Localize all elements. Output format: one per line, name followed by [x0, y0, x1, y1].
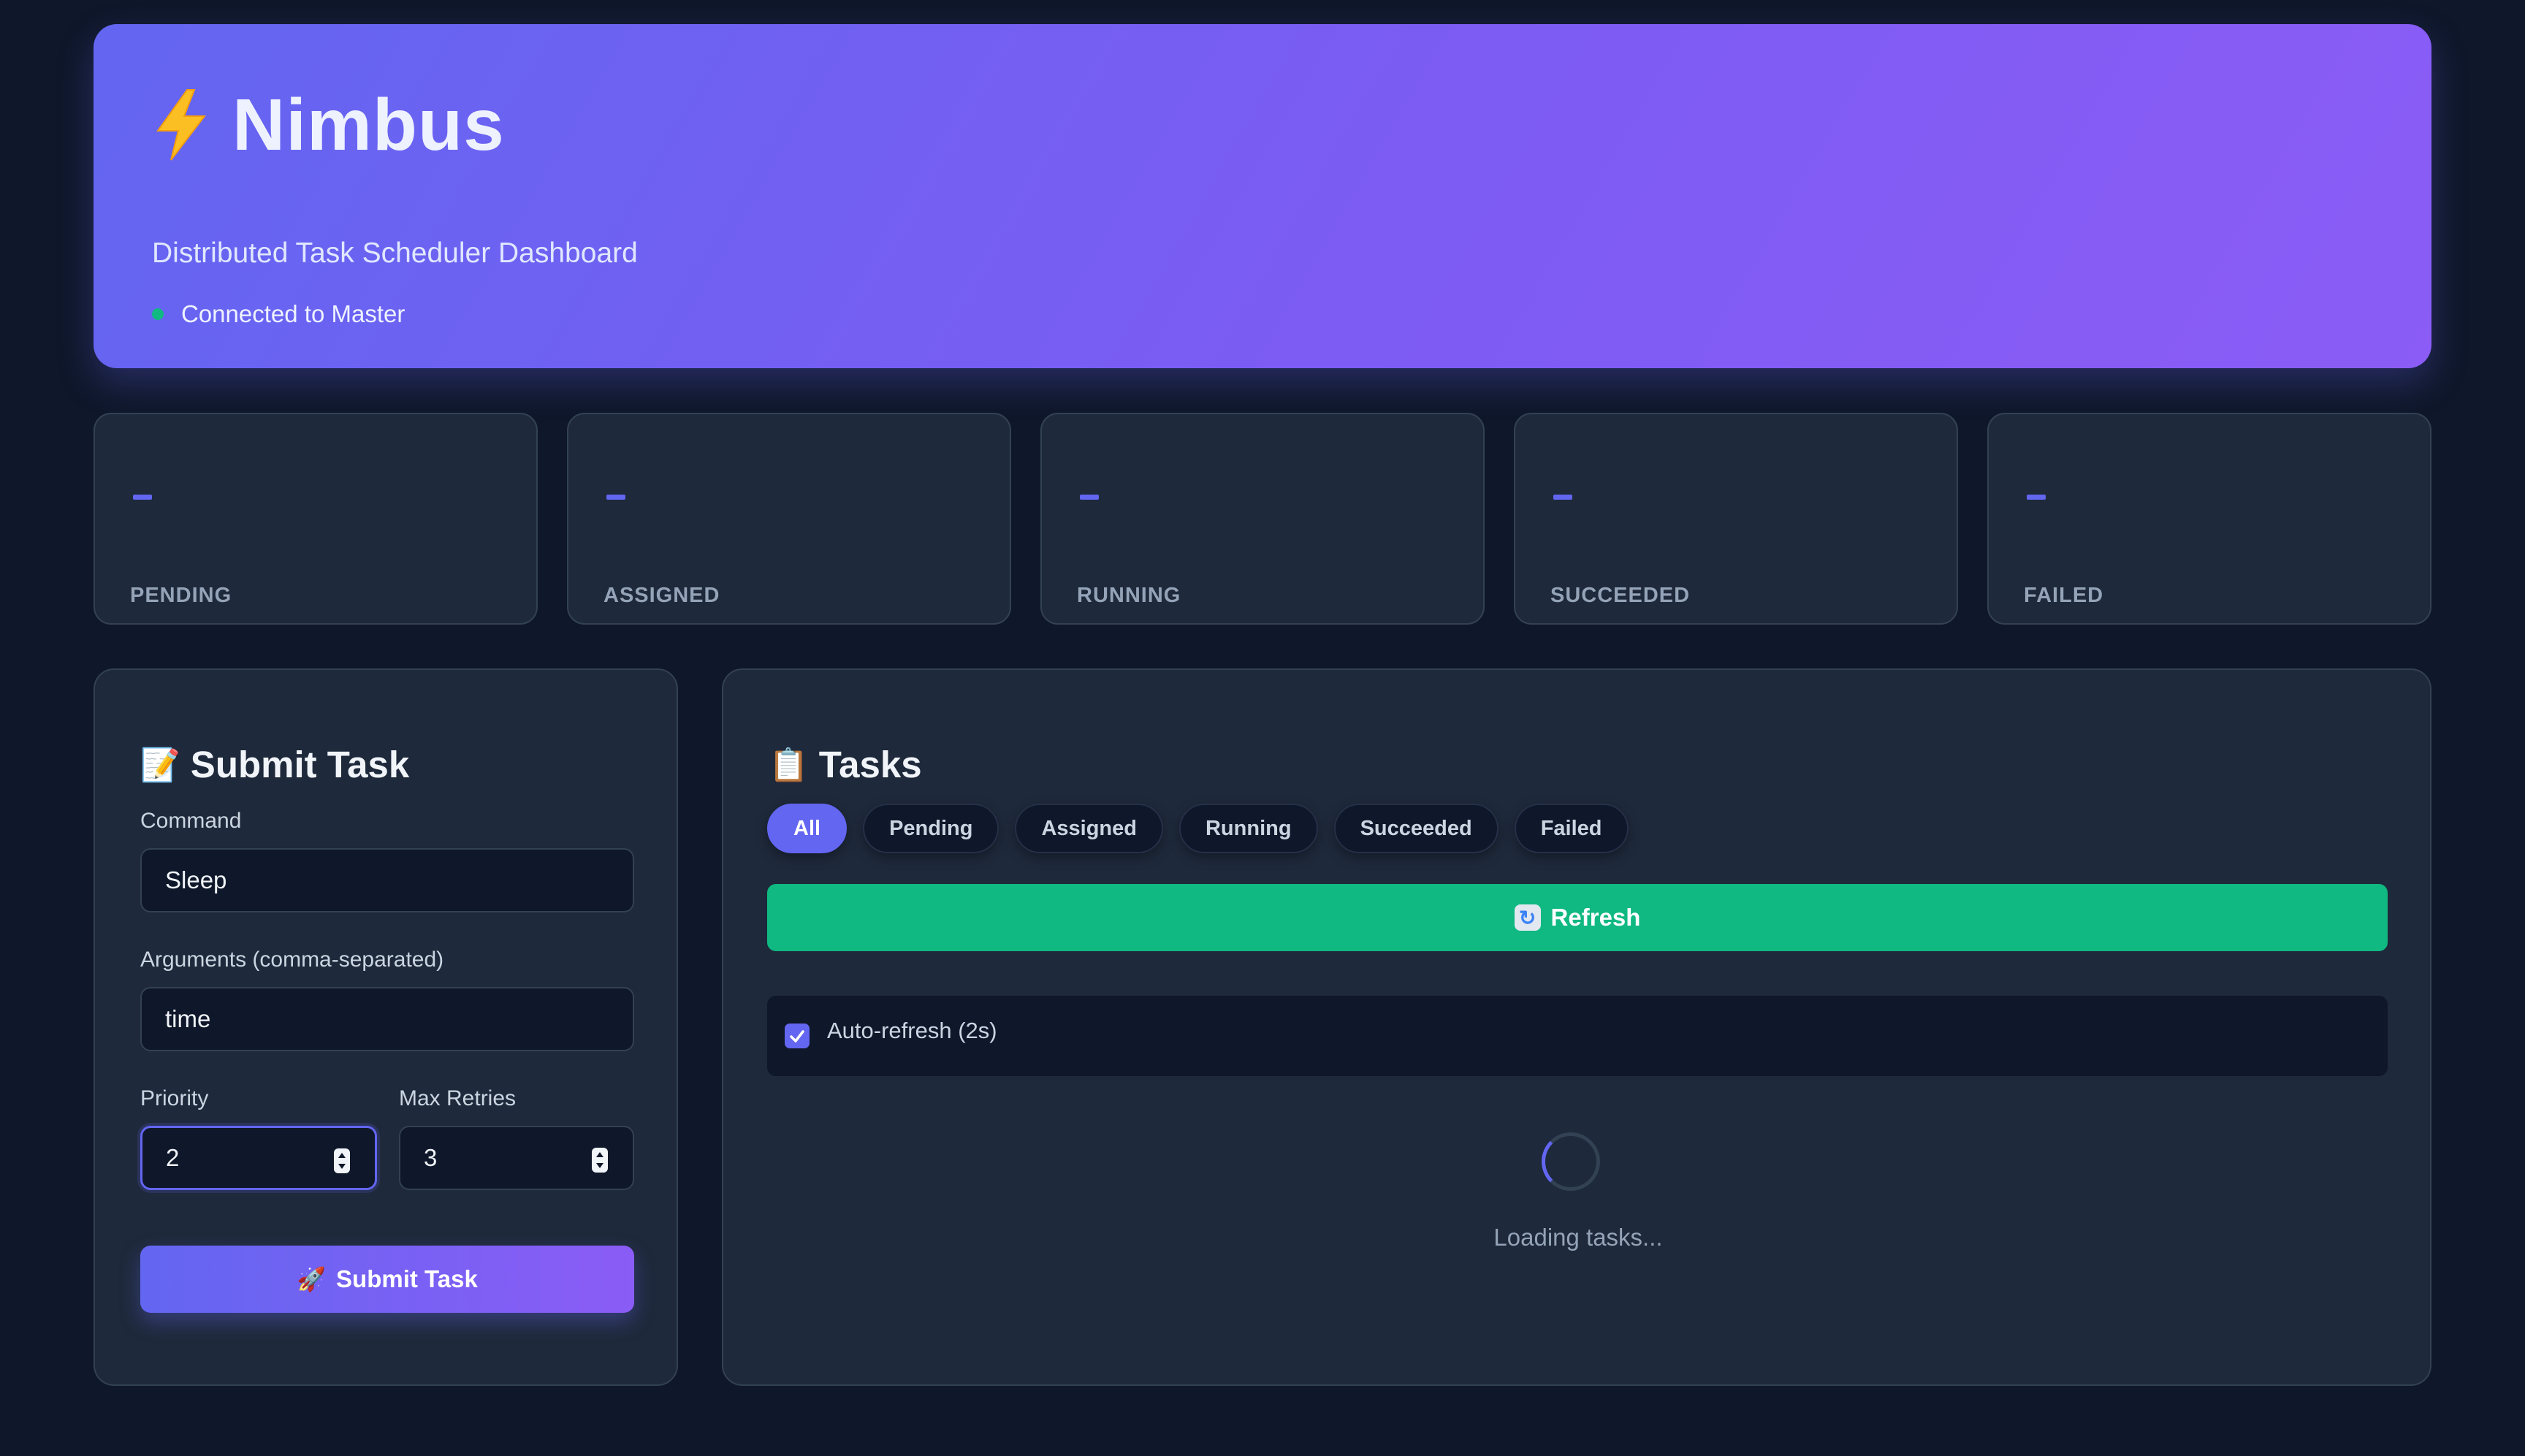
- stat-card-assigned: ASSIGNED: [567, 413, 1011, 625]
- loading-spinner-icon: [1542, 1132, 1600, 1191]
- submit-task-panel: 📝 Submit Task Command Sleep Arguments (c…: [94, 668, 678, 1386]
- max-retries-stepper[interactable]: [592, 1148, 608, 1173]
- arguments-value: time: [165, 1005, 211, 1032]
- filter-pending[interactable]: Pending: [863, 804, 999, 853]
- stat-label: ASSIGNED: [603, 584, 720, 607]
- refresh-button[interactable]: ↻ Refresh: [767, 884, 2388, 951]
- submit-task-title: Submit Task: [190, 744, 410, 785]
- priority-label: Priority: [140, 1086, 209, 1110]
- command-input[interactable]: Sleep: [140, 848, 634, 912]
- stat-value: [2027, 495, 2046, 500]
- header-banner: Nimbus Distributed Task Scheduler Dashbo…: [94, 24, 2431, 368]
- arguments-label: Arguments (comma-separated): [140, 948, 444, 972]
- stats-row: PENDING ASSIGNED RUNNING SUCCEEDED FAILE…: [94, 413, 2431, 625]
- stat-card-succeeded: SUCCEEDED: [1514, 413, 1958, 625]
- lightning-bolt-icon: [156, 89, 207, 161]
- stat-label: PENDING: [130, 584, 232, 607]
- auto-refresh-label: Auto-refresh (2s): [827, 1018, 997, 1043]
- connection-status-text: Connected to Master: [181, 300, 405, 327]
- filter-all[interactable]: All: [767, 804, 848, 853]
- stat-value: [133, 495, 152, 500]
- app-subtitle: Distributed Task Scheduler Dashboard: [152, 237, 638, 269]
- priority-input[interactable]: 2: [140, 1126, 377, 1190]
- connection-status: Connected to Master: [152, 300, 405, 328]
- loading-text: Loading tasks...: [1493, 1224, 1663, 1251]
- status-dot-icon: [152, 308, 164, 320]
- stat-value: [606, 495, 625, 500]
- command-value: Sleep: [165, 866, 227, 893]
- refresh-icon: ↻: [1514, 904, 1541, 931]
- stat-value: [1553, 495, 1572, 500]
- stat-card-running: RUNNING: [1040, 413, 1485, 625]
- filter-failed[interactable]: Failed: [1514, 804, 1629, 853]
- dashboard: Nimbus Distributed Task Scheduler Dashbo…: [94, 24, 2431, 1386]
- memo-icon: 📝: [140, 746, 180, 784]
- clipboard-icon: 📋: [769, 746, 809, 784]
- auto-refresh-checkbox[interactable]: [785, 1024, 810, 1048]
- submit-task-button[interactable]: 🚀 Submit Task: [140, 1246, 634, 1313]
- submit-task-heading: 📝 Submit Task: [140, 743, 409, 786]
- max-retries-input[interactable]: 3: [399, 1126, 634, 1190]
- task-filter-tabs: All Pending Assigned Running Succeeded F…: [767, 804, 1629, 853]
- stat-label: SUCCEEDED: [1550, 584, 1691, 607]
- stat-card-failed: FAILED: [1987, 413, 2431, 625]
- filter-assigned[interactable]: Assigned: [1015, 804, 1163, 853]
- auto-refresh-row: Auto-refresh (2s): [767, 996, 2388, 1076]
- stat-label: FAILED: [2024, 584, 2104, 607]
- app-name: Nimbus: [232, 84, 505, 166]
- filter-succeeded[interactable]: Succeeded: [1333, 804, 1498, 853]
- command-label: Command: [140, 809, 242, 833]
- app-title: Nimbus: [152, 88, 505, 161]
- max-retries-value: 3: [424, 1144, 438, 1171]
- arguments-input[interactable]: time: [140, 987, 634, 1051]
- checkmark-icon: [790, 1030, 804, 1043]
- priority-stepper[interactable]: [334, 1148, 350, 1173]
- max-retries-label: Max Retries: [399, 1086, 517, 1110]
- priority-value: 2: [166, 1144, 180, 1171]
- tasks-title: Tasks: [818, 744, 922, 785]
- submit-task-button-label: Submit Task: [336, 1265, 478, 1292]
- filter-running[interactable]: Running: [1178, 804, 1318, 853]
- stat-card-pending: PENDING: [94, 413, 538, 625]
- rocket-icon: 🚀: [297, 1265, 327, 1293]
- tasks-heading: 📋 Tasks: [769, 743, 922, 786]
- stat-label: RUNNING: [1077, 584, 1181, 607]
- stat-value: [1080, 495, 1099, 500]
- tasks-panel: 📋 Tasks All Pending Assigned Running Suc…: [722, 668, 2431, 1386]
- refresh-button-label: Refresh: [1550, 904, 1641, 931]
